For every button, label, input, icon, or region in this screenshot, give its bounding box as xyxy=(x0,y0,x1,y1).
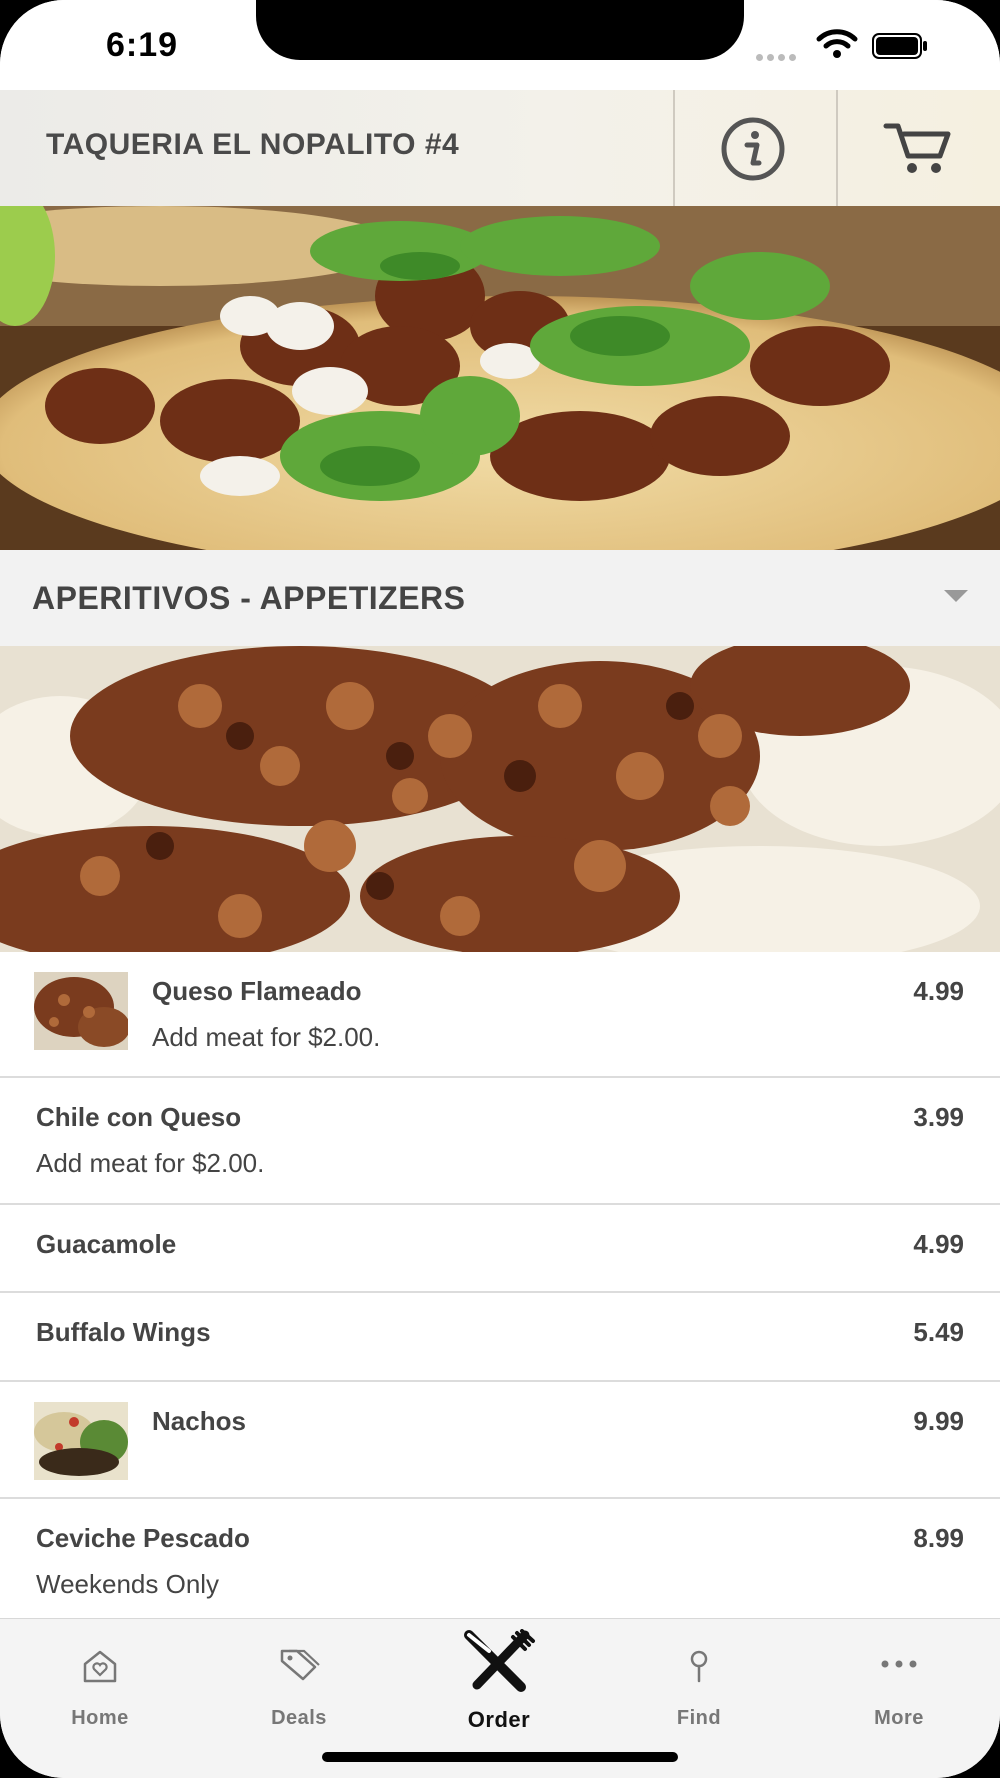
item-name: Chile con Queso xyxy=(36,1102,242,1132)
item-name: Nachos xyxy=(152,1406,246,1436)
tab-deals[interactable]: Deals xyxy=(229,1629,369,1739)
item-description: Weekends Only xyxy=(36,1569,220,1599)
menu-item-row[interactable]: Queso Flameado Add meat for $2.00. 4.99 xyxy=(0,952,1000,1078)
item-name: Guacamole xyxy=(36,1229,177,1259)
home-icon xyxy=(83,1650,117,1683)
wifi-icon xyxy=(816,29,858,58)
menu-item-row[interactable]: Ceviche Pescado Weekends Only 8.99 xyxy=(0,1499,1000,1619)
tag-icon xyxy=(280,1649,320,1681)
tab-label: Home xyxy=(71,1707,129,1729)
header-divider xyxy=(836,90,838,206)
item-price: 4.99 xyxy=(913,1229,964,1259)
app-screen: 6:19 TAQUERIA EL NOPALITO #4 APERITIVOS … xyxy=(0,0,1000,1778)
home-indicator[interactable] xyxy=(322,1752,678,1762)
tab-label: Deals xyxy=(271,1707,327,1729)
item-thumbnail xyxy=(34,972,128,1050)
menu-item-row[interactable]: Guacamole 4.99 xyxy=(0,1205,1000,1293)
item-price: 8.99 xyxy=(913,1523,964,1553)
notch xyxy=(256,0,744,60)
tab-find[interactable]: Find xyxy=(629,1629,769,1739)
battery-icon xyxy=(872,33,927,59)
app-header: TAQUERIA EL NOPALITO #4 xyxy=(0,90,1000,206)
item-price: 4.99 xyxy=(913,976,964,1006)
category-image xyxy=(0,646,1000,952)
category-title: APERITIVOS - APPETIZERS xyxy=(32,580,466,616)
item-thumbnail xyxy=(34,1402,128,1480)
more-icon xyxy=(881,1660,917,1668)
tab-label: Order xyxy=(467,1707,531,1732)
menu-item-row[interactable]: Buffalo Wings 5.49 xyxy=(0,1293,1000,1382)
cellular-signal-icon xyxy=(756,48,802,61)
status-bar: 6:19 xyxy=(0,0,1000,90)
info-icon[interactable] xyxy=(720,116,786,182)
location-pin-icon xyxy=(690,1650,708,1683)
status-time: 6:19 xyxy=(106,26,179,64)
tab-label: Find xyxy=(676,1707,722,1729)
item-price: 3.99 xyxy=(913,1102,964,1132)
item-name: Ceviche Pescado xyxy=(36,1523,250,1553)
menu-item-row[interactable]: Chile con Queso Add meat for $2.00. 3.99 xyxy=(0,1078,1000,1205)
tab-more[interactable]: More xyxy=(829,1629,969,1739)
utensils-icon xyxy=(464,1629,535,1692)
tab-home[interactable]: Home xyxy=(30,1629,170,1739)
cart-icon[interactable] xyxy=(882,116,954,180)
restaurant-title: TAQUERIA EL NOPALITO #4 xyxy=(46,128,460,161)
item-price: 9.99 xyxy=(913,1406,964,1436)
tab-order[interactable]: Order xyxy=(429,1629,569,1739)
chevron-down-icon xyxy=(944,590,968,602)
header-divider xyxy=(673,90,675,206)
hero-taco-image xyxy=(0,206,1000,550)
item-price: 5.49 xyxy=(913,1317,964,1347)
item-description: Add meat for $2.00. xyxy=(36,1148,265,1178)
item-description: Add meat for $2.00. xyxy=(152,1022,381,1052)
item-name: Buffalo Wings xyxy=(36,1317,211,1347)
tab-label: More xyxy=(874,1707,924,1729)
category-selector[interactable]: APERITIVOS - APPETIZERS xyxy=(0,550,1000,646)
menu-item-row[interactable]: Nachos 9.99 xyxy=(0,1382,1000,1499)
item-name: Queso Flameado xyxy=(152,976,362,1006)
